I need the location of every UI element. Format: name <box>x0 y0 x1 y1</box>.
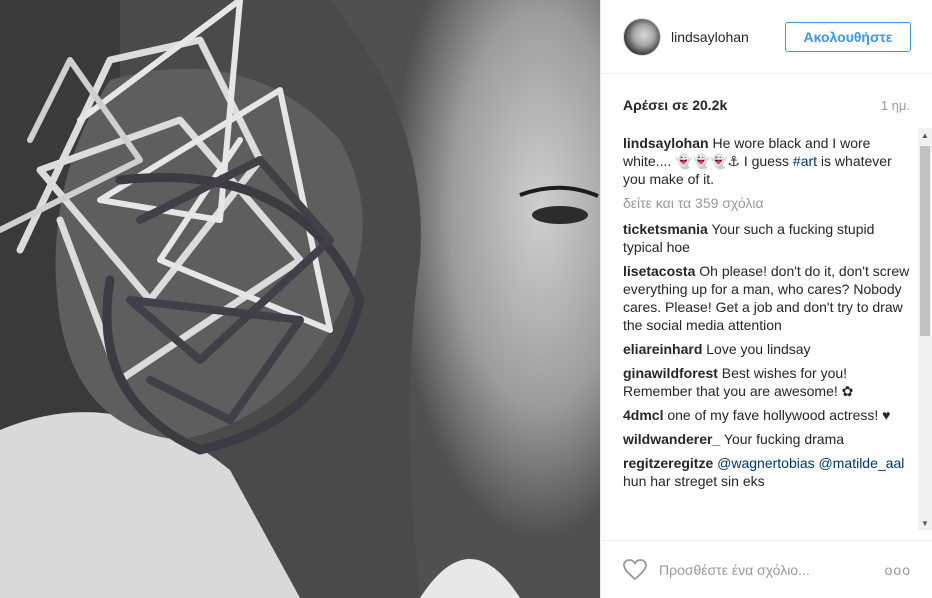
likes-count[interactable]: Αρέσει σε 20.2k <box>623 97 727 113</box>
scroll-up-arrow-icon[interactable]: ▲ <box>918 128 932 142</box>
scroll-down-arrow-icon[interactable]: ▼ <box>918 516 932 530</box>
heart-icon[interactable] <box>623 558 647 582</box>
comment-item: lisetacosta Oh please! don't do it, don'… <box>623 262 913 334</box>
post-sidebar: lindsaylohan Ακολουθήστε Αρέσει σε 20.2k… <box>600 0 932 598</box>
avatar[interactable] <box>623 17 661 56</box>
comment-username[interactable]: 4dmcl <box>623 407 663 423</box>
comments-list: lindsaylohan He wore black and I wore wh… <box>623 134 913 530</box>
post-time[interactable]: 1 ημ. <box>881 98 910 113</box>
comment-username[interactable]: ginawildforest <box>623 365 718 381</box>
scrollbar-thumb[interactable] <box>920 146 930 336</box>
comment-text: Love you lindsay <box>706 341 811 357</box>
comment-username[interactable]: wildwanderer_ <box>623 431 720 447</box>
likes-row: Αρέσει σε 20.2k 1 ημ. <box>623 94 910 116</box>
comment-username[interactable]: lisetacosta <box>623 263 695 279</box>
post-photo[interactable] <box>0 0 600 598</box>
comment-text: Your fucking drama <box>723 431 845 447</box>
post: lindsaylohan Ακολουθήστε Αρέσει σε 20.2k… <box>0 0 932 598</box>
comment-item: ticketsmania Your such a fucking stupid … <box>623 220 913 256</box>
comment-item: ginawildforest Best wishes for you! Reme… <box>623 364 913 400</box>
comment-footer: ooo <box>601 540 932 598</box>
caption: lindsaylohan He wore black and I wore wh… <box>623 134 913 188</box>
comment-text: one of my fave hollywood actress! ♥ <box>667 407 891 423</box>
more-options-button[interactable]: ooo <box>885 562 911 578</box>
comment-item: 4dmcl one of my fave hollywood actress! … <box>623 406 913 424</box>
comment-username[interactable]: ticketsmania <box>623 221 708 237</box>
comment-item: eliareinhard Love you lindsay <box>623 340 913 358</box>
comment-item: wildwanderer_ Your fucking drama <box>623 430 913 448</box>
post-header: lindsaylohan Ακολουθήστε <box>601 0 932 74</box>
comments-scrollbar[interactable]: ▲ ▼ <box>918 128 932 530</box>
comment-text: hun har streget sin eks <box>623 473 765 489</box>
follow-button[interactable]: Ακολουθήστε <box>785 22 911 52</box>
photo-art <box>0 0 600 598</box>
comment-username[interactable]: regitzeregitze <box>623 455 713 471</box>
comment-item: regitzeregitze @wagnertobias @matilde_aa… <box>623 454 913 490</box>
mention-link[interactable]: @wagnertobias <box>717 455 815 471</box>
comment-username[interactable]: lindsaylohan <box>623 135 709 151</box>
header-username[interactable]: lindsaylohan <box>671 29 749 45</box>
view-more-comments-link[interactable]: δείτε και τα 359 σχόλια <box>623 194 913 212</box>
hashtag-link[interactable]: #art <box>793 153 817 169</box>
mention-link[interactable]: @matilde_aal <box>819 455 905 471</box>
add-comment-input[interactable] <box>659 561 885 578</box>
comment-username[interactable]: eliareinhard <box>623 341 702 357</box>
